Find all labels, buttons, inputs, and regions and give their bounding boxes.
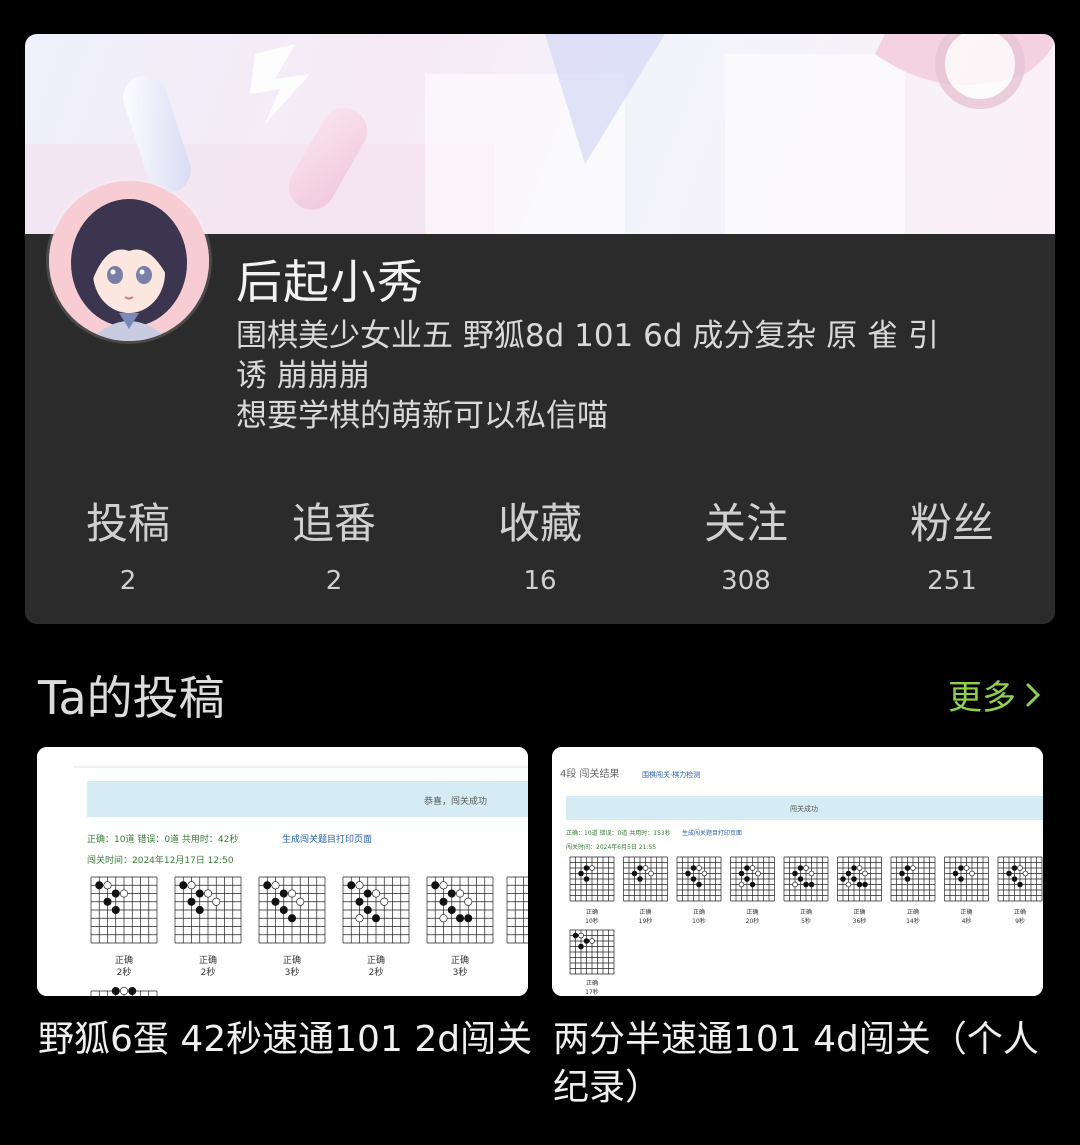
board-caption: 正确 [199,954,217,966]
board-time: 2秒 [117,966,132,978]
profile-card: 后起小秀 围棋美少女业五 野狐8d 101 6d 成分复杂 原 雀 引 诱 崩崩… [25,34,1055,624]
board-caption: 正确 [1014,908,1026,916]
board-time: 17秒 [585,988,599,996]
stat-value: 308 [721,566,771,596]
board-caption: 正确 [960,908,972,916]
board-time: 2秒 [369,966,384,978]
board-time: 19秒 [639,917,653,925]
post-title[interactable]: 野狐6蛋 42秒速通101 2d闯关 [38,1016,538,1064]
avatar-image [49,181,209,341]
post-thumbnail[interactable]: 4段 闯关结果 围棋闯关·棋力检测 闯关成功 正确：10道 错误：0道 共用时：… [552,747,1043,996]
board-time: 20秒 [746,917,760,925]
stat-value: 16 [523,566,557,596]
thumb-summary: 正确：10道 错误：0道 共用时：42秒 [87,833,238,845]
thumb-print-link: 生成闯关题目打印页面 [682,829,742,837]
board-time: 2秒 [201,966,216,978]
stat-value: 2 [325,566,343,596]
board-caption: 正确 [586,979,598,987]
chevron-right-icon [1026,683,1041,706]
stat-label: 粉丝 [909,499,994,548]
board-caption: 正确 [746,908,758,916]
bio: 围棋美少女业五 野狐8d 101 6d 成分复杂 原 雀 引 诱 崩崩崩 想要学… [236,316,1016,436]
stat-favorites[interactable]: 收藏 16 [437,496,643,596]
avatar[interactable] [49,181,209,341]
thumb-time: 闯关时间：2024年6月5日 21:55 [566,843,656,851]
thumb-top-link: 围棋闯关·棋力检测 [642,770,700,779]
board-time: 3秒 [285,966,300,978]
board-caption: 正确 [586,908,598,916]
stat-following[interactable]: 关注 308 [643,496,849,596]
board-caption: 正确 [639,908,651,916]
board-caption: 正确 [115,954,133,966]
thumbnail-image: 4段 闯关结果 围棋闯关·棋力检测 闯关成功 正确：10道 错误：0道 共用时：… [552,747,1043,996]
board-caption: 正确 [853,908,865,916]
stat-posts[interactable]: 投稿 2 [25,496,231,596]
board-caption: 正确 [451,954,469,966]
stat-label: 收藏 [497,499,582,548]
section-title: Ta的投稿 [38,671,225,725]
more-link[interactable]: 更多 [948,670,1042,719]
stat-value: 2 [119,566,137,596]
thumb-top: 4段 闯关结果 [560,767,620,780]
board-caption: 正确 [907,908,919,916]
thumb-time: 闯关时间：2024年12月17日 12:50 [87,854,234,866]
post-title[interactable]: 两分半速通101 4d闯关（个人纪录） [553,1016,1053,1112]
stat-followers[interactable]: 粉丝 251 [849,496,1055,596]
thumb-header: 闯关成功 [790,804,818,813]
stat-label: 追番 [291,499,376,548]
bio-line: 诱 崩崩崩 [236,358,370,394]
board-caption: 正确 [367,954,385,966]
board-time: 14秒 [906,917,920,925]
board-caption: 正确 [283,954,301,966]
board-time: 3秒 [453,966,468,978]
stat-bangumi[interactable]: 追番 2 [231,496,437,596]
username: 后起小秀 [236,255,424,309]
board-time: 10秒 [585,917,599,925]
board-time: 4秒 [962,917,972,925]
board-time: 9秒 [1015,917,1025,925]
stat-label: 投稿 [85,499,170,548]
post-thumbnail[interactable]: 恭喜，闯关成功 正确：10道 错误：0道 共用时：42秒 生成闯关题目打印页面 … [37,747,528,996]
board-time: 36秒 [853,917,867,925]
bio-line: 想要学棋的萌新可以私信喵 [236,398,608,434]
stat-label: 关注 [703,499,788,548]
stat-value: 251 [927,566,977,596]
bio-line: 围棋美少女业五 野狐8d 101 6d 成分复杂 原 雀 引 [236,318,939,354]
thumb-header: 恭喜，闯关成功 [424,795,487,807]
board-caption: 正确 [693,908,705,916]
thumbnail-image: 恭喜，闯关成功 正确：10道 错误：0道 共用时：42秒 生成闯关题目打印页面 … [37,747,528,996]
board-time: 5秒 [801,917,811,925]
more-label: 更多 [948,678,1016,718]
stats-row: 投稿 2 追番 2 收藏 16 关注 308 粉丝 251 [25,496,1055,606]
board-caption: 正确 [800,908,812,916]
thumb-print-link: 生成闯关题目打印页面 [282,833,372,845]
board-time: 10秒 [692,917,706,925]
thumb-summary: 正确：10道 错误：0道 共用时：153秒 [566,829,671,837]
